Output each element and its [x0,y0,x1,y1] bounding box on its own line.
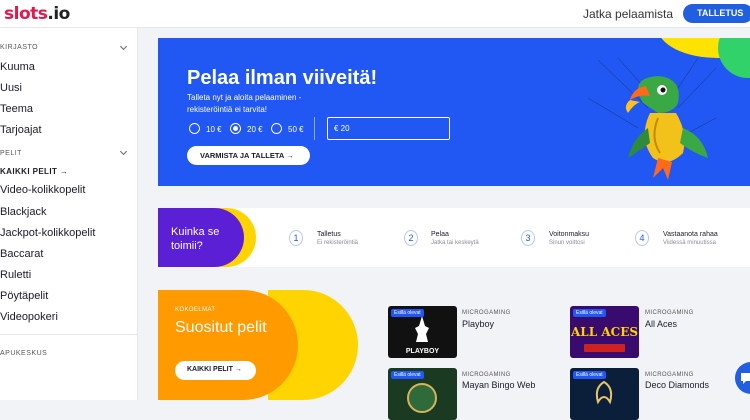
sidebar-item-kuuma[interactable]: Kuuma [0,61,35,73]
chat-icon [741,373,750,384]
top-bar: slots.io Jatka pelaamista TALLETUS [0,0,750,28]
verify-and-deposit-button[interactable]: VARMISTA JA TALLETA → [187,146,310,165]
decorative-shape [718,38,750,78]
sidebar-item-table-games[interactable]: Pöytäpelit [0,290,48,302]
thumb-text: PLAYBOY [406,348,440,355]
amount-radio-10[interactable] [189,123,200,134]
chevron-down-icon[interactable] [119,42,128,51]
step-title: Vastaanota rahaa [663,231,718,238]
hero-title: Pelaa ilman viiveitä! [187,67,378,89]
popular-games-collection: KOKOELMAT Suositut pelit KAIKKI PELIT → [158,290,368,400]
step-description: Ei rekisteröintiä [317,240,359,246]
how-it-works-title: Kuinka se toimii? [171,226,220,252]
game-provider: MICROGAMING [462,372,511,378]
hero-subtitle: Talleta nyt ja aloita pelaaminen - rekis… [187,93,302,114]
games-section-label[interactable]: PELIT [0,150,22,157]
sidebar-item-video-poker[interactable]: Videopokeri [0,311,58,323]
parrot-illustration [588,58,717,180]
deposit-hero-banner: Pelaa ilman viiveitä! Talleta nyt ja alo… [158,38,750,186]
featured-badge: Esillä olevat [391,371,424,379]
all-games-button[interactable]: KAIKKI PELIT → [175,361,256,380]
game-name[interactable]: All Aces [645,319,677,329]
divider [314,117,315,140]
step-title: Pelaa [431,231,449,238]
game-name[interactable]: Playboy [462,319,494,329]
game-provider: MICROGAMING [645,310,694,316]
step-number: 3 [521,230,535,246]
game-name[interactable]: Deco Diamonds [645,380,709,390]
amount-radio-label[interactable]: 20 € [247,125,263,134]
game-provider: MICROGAMING [462,310,511,316]
sidebar-item-uusi[interactable]: Uusi [0,82,22,94]
sidebar-item-teema[interactable]: Teema [0,103,33,115]
amount-radio-label[interactable]: 10 € [206,125,222,134]
library-section-label[interactable]: KIRJASTO [0,44,38,51]
help-center-link[interactable]: APUKESKUS [0,350,47,357]
sidebar-item-jackpot-slots[interactable]: Jackpot-kolikkopelit [0,227,95,239]
step-description: Jatka tai keskeytä [431,240,479,246]
sidebar-item-blackjack[interactable]: Blackjack [0,206,46,218]
step-title: Voitonmaksu [549,231,590,238]
collection-label: KOKOELMAT [175,307,216,313]
thumb-text: ALL ACES [570,325,638,339]
sidebar-all-games-link[interactable]: KAIKKI PELIT → [0,167,68,176]
deposit-button[interactable]: TALLETUS [683,4,750,23]
amount-input-value[interactable]: € 20 [334,124,350,133]
step-title: Talletus [317,231,341,238]
step-description: Sinun voittosi [549,240,585,246]
amount-radio-50[interactable] [271,123,282,134]
amount-radio-label[interactable]: 50 € [288,125,304,134]
step-number: 4 [635,230,649,246]
featured-badge: Esillä olevat [391,309,424,317]
collection-title: Suositut pelit [175,319,267,336]
sidebar-divider [0,334,138,335]
featured-badge: Esillä olevat [573,371,606,379]
featured-badge: Esillä olevat [573,309,606,317]
chevron-down-icon[interactable] [119,147,128,156]
game-thumbnail-deco-diamonds[interactable]: Esillä olevat [570,368,639,420]
continue-playing-link[interactable]: Jatka pelaamista [583,7,673,21]
game-thumbnail-playboy[interactable]: Esillä olevat PLAYBOY [388,306,457,358]
amount-radio-20[interactable] [230,123,241,134]
step-number: 2 [404,230,418,246]
step-description: Viidessä minuutissa [663,240,716,246]
logo[interactable]: slots.io [4,4,70,24]
how-it-works-panel: Kuinka se toimii? 1 Talletus Ei rekister… [158,208,750,267]
sidebar-item-roulette[interactable]: Ruletti [0,269,31,281]
game-provider: MICROGAMING [645,372,694,378]
game-name[interactable]: Mayan Bingo Web [462,380,535,390]
chat-button[interactable] [735,362,750,394]
sidebar-item-video-slots[interactable]: Video-kolikkopelit [0,184,85,196]
game-thumbnail-mayan-bingo[interactable]: Esillä olevat [388,368,457,420]
sidebar: KIRJASTO Kuuma Uusi Teema Tarjoajat PELI… [0,28,138,400]
sidebar-item-tarjoajat[interactable]: Tarjoajat [0,124,42,136]
sidebar-item-baccarat[interactable]: Baccarat [0,248,43,260]
game-thumbnail-all-aces[interactable]: Esillä olevat ALL ACES [570,306,639,358]
step-number: 1 [289,230,303,246]
